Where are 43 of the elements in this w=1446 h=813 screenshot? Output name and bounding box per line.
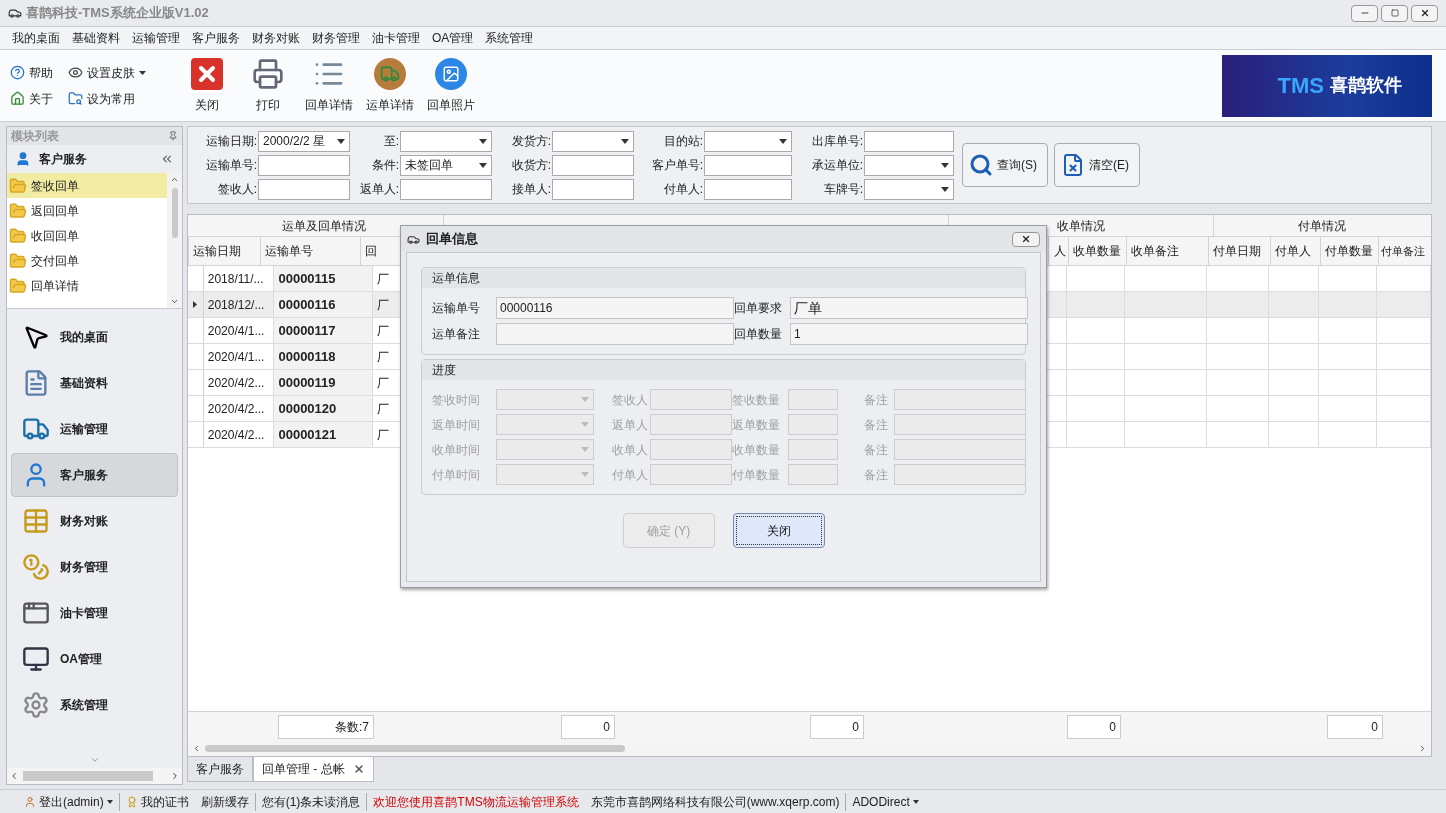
logo-text: 喜鹊软件: [1330, 74, 1402, 97]
filter-label: 承运单位:: [810, 157, 864, 174]
field-label: 付单数量: [732, 466, 781, 484]
table-cell: 00000115: [274, 266, 373, 291]
section-title: 客户服务: [39, 151, 87, 168]
table-cell: 00000121: [274, 422, 373, 447]
field-label: 运输单号: [432, 300, 481, 317]
filter-label: 至:: [382, 133, 400, 150]
table-cell: 00000119: [274, 370, 373, 395]
filter-label: 运输单号:: [204, 157, 258, 174]
field-label: 备注: [863, 466, 889, 484]
field-label: 回单数量: [734, 326, 783, 343]
table-cell: 00000117: [274, 318, 373, 343]
logo-mark: TMS: [1277, 72, 1324, 100]
field-label: 付单人: [611, 466, 649, 484]
filter-label: 接单人:: [510, 181, 552, 198]
filter-label: 目的站:: [662, 133, 704, 150]
total-cell: 0: [1067, 714, 1121, 739]
filter-label: 车牌号:: [822, 181, 864, 198]
total-cell: 0: [561, 714, 615, 739]
sidebar-title: 模块列表: [11, 128, 59, 145]
total-cell: 0: [1327, 714, 1383, 739]
group-header: 付单情况: [1297, 217, 1347, 235]
filter-label: 收货方:: [510, 157, 552, 174]
filter-label: 付单人:: [662, 181, 704, 198]
filter-label: 运输日期:: [204, 133, 258, 150]
filter-label: 签收人:: [216, 181, 258, 198]
filter-label: 发货方:: [510, 133, 552, 150]
table-cell: 00000116: [274, 292, 373, 317]
filter-label: 出库单号:: [810, 133, 864, 150]
filter-label: 条件:: [370, 157, 400, 174]
table-cell: 00000118: [274, 344, 373, 369]
field-label: 回单要求: [734, 300, 783, 317]
window-title: 喜鹊科技-TMS系统企业版V1.02: [26, 4, 209, 23]
table-cell: 00000120: [274, 396, 373, 421]
total-cell: 0: [810, 714, 864, 739]
field-label: 付单时间: [432, 466, 481, 484]
field-label: 运单备注: [432, 326, 481, 343]
status-item: 欢迎您使用喜鹊TMS物流运输管理系统: [366, 792, 585, 811]
filter-label: 返单人:: [358, 181, 400, 198]
filter-label: 客户单号:: [650, 157, 704, 174]
total-cell: 条数:7: [278, 714, 374, 739]
group-title: 运单信息: [432, 270, 480, 287]
